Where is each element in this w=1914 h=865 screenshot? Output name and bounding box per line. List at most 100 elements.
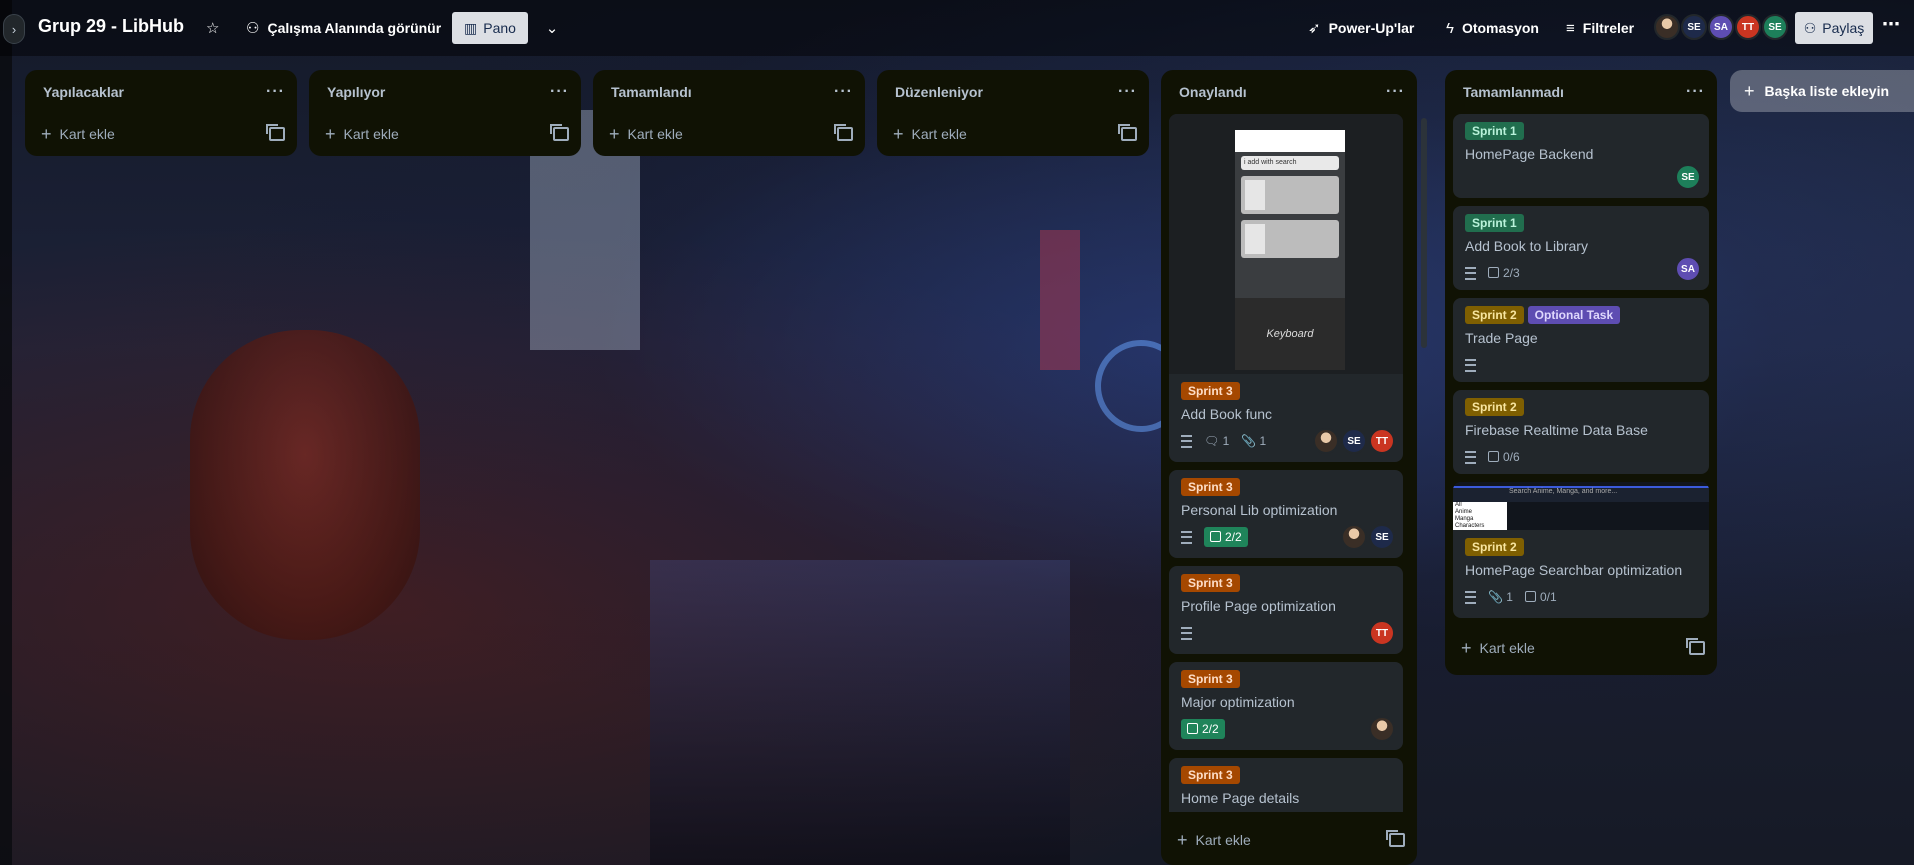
description-icon — [1181, 530, 1192, 544]
avatar[interactable]: SE — [1681, 14, 1707, 40]
avatar[interactable]: SE — [1341, 428, 1367, 454]
template-icon[interactable] — [834, 124, 853, 141]
card[interactable]: Sprint 1 Add Book to Library 2/3 SA — [1453, 206, 1709, 290]
card-title: Add Book to Library — [1465, 238, 1588, 254]
list-title[interactable]: Onaylandı — [1179, 84, 1247, 100]
list-menu-icon[interactable]: ··· — [1118, 83, 1137, 101]
avatar[interactable]: TT — [1369, 620, 1395, 646]
card-label[interactable]: Sprint 2 — [1465, 306, 1524, 324]
description-icon — [1465, 266, 1476, 280]
card-label[interactable]: Sprint 3 — [1181, 382, 1240, 400]
card[interactable]: Sprint 3 Home Page details — [1169, 758, 1403, 812]
powerups-label: Power-Up'lar — [1328, 20, 1415, 36]
share-button[interactable]: ⚇ Paylaş — [1795, 12, 1873, 44]
add-card-label: Kart ekle — [1195, 832, 1251, 848]
list-menu-icon[interactable]: ··· — [834, 83, 853, 101]
add-card-button[interactable]: + Kart ekle — [1161, 815, 1417, 865]
list-menu-icon[interactable]: ··· — [266, 83, 285, 101]
template-icon[interactable] — [550, 124, 569, 141]
avatar[interactable] — [1369, 716, 1395, 742]
cover-keyboard-text: Keyboard — [1235, 298, 1345, 370]
rocket-icon: ➶ — [1308, 20, 1321, 37]
list-title[interactable]: Yapılıyor — [327, 84, 385, 100]
card-label[interactable]: Sprint 3 — [1181, 478, 1240, 496]
board-menu-icon[interactable]: ⋯ — [1882, 14, 1900, 35]
card-title: Add Book func — [1181, 406, 1273, 422]
add-card-button[interactable]: + Kart ekle — [309, 114, 581, 154]
list-title[interactable]: Düzenleniyor — [895, 84, 983, 100]
board-view-label: Pano — [483, 20, 516, 36]
list-title[interactable]: Tamamlandı — [611, 84, 692, 100]
plus-icon: + — [1461, 637, 1472, 658]
card-cover-image: All Anime Manga Characters Search Anime,… — [1453, 482, 1709, 530]
card[interactable]: All Anime Manga Characters Search Anime,… — [1453, 482, 1709, 618]
card[interactable]: Sprint 2 Firebase Realtime Data Base 0/6 — [1453, 390, 1709, 474]
avatar[interactable] — [1313, 428, 1339, 454]
template-icon[interactable] — [1386, 830, 1405, 847]
share-label: Paylaş — [1822, 20, 1865, 36]
add-card-button[interactable]: + Kart ekle — [25, 114, 297, 154]
card-label[interactable]: Optional Task — [1527, 306, 1621, 324]
add-card-label: Kart ekle — [343, 126, 399, 142]
add-list-label: Başka liste ekleyin — [1764, 83, 1890, 99]
avatar[interactable]: SA — [1708, 14, 1734, 40]
card-label[interactable]: Sprint 2 — [1465, 398, 1524, 416]
card-cover-image: i add with search Keyboard — [1169, 114, 1403, 374]
card-title: Firebase Realtime Data Base — [1465, 422, 1648, 438]
plus-icon: + — [1744, 80, 1755, 101]
card[interactable]: Sprint 3 Major optimization 2/2 — [1169, 662, 1403, 750]
card-label[interactable]: Sprint 1 — [1465, 214, 1524, 232]
template-icon[interactable] — [1118, 124, 1137, 141]
avatar[interactable]: SE — [1675, 164, 1701, 190]
attachments-badge: 📎 1 — [1488, 590, 1513, 604]
card[interactable]: Sprint 2 Optional Task Trade Page — [1453, 298, 1709, 382]
automation-button[interactable]: ϟ Otomasyon — [1446, 13, 1539, 43]
card-title: Profile Page optimization — [1181, 598, 1336, 614]
add-card-label: Kart ekle — [911, 126, 967, 142]
list-menu-icon[interactable]: ··· — [550, 83, 569, 101]
add-list-button[interactable]: + Başka liste ekleyin — [1730, 70, 1914, 112]
board-view-button[interactable]: ▥ Pano — [452, 12, 528, 44]
card[interactable]: Sprint 3 Personal Lib optimization 2/2 S… — [1169, 470, 1403, 558]
sidebar-expand-icon[interactable]: › — [3, 14, 25, 44]
template-icon[interactable] — [1686, 638, 1705, 655]
add-card-button[interactable]: + Kart ekle — [593, 114, 865, 154]
avatar[interactable] — [1654, 14, 1680, 40]
avatar[interactable]: SE — [1369, 524, 1395, 550]
list-yapilacaklar: Yapılacaklar ··· + Kart ekle — [25, 70, 297, 156]
powerups-button[interactable]: ➶ Power-Up'lar — [1308, 13, 1414, 43]
avatar[interactable]: SE — [1762, 14, 1788, 40]
card-label[interactable]: Sprint 3 — [1181, 574, 1240, 592]
card[interactable]: Sprint 1 HomePage Backend SE — [1453, 114, 1709, 198]
plus-icon: + — [609, 123, 620, 144]
filters-button[interactable]: ≡ Filtreler — [1566, 13, 1634, 43]
card-label[interactable]: Sprint 3 — [1181, 766, 1240, 784]
card[interactable]: Sprint 3 Profile Page optimization TT — [1169, 566, 1403, 654]
card-label[interactable]: Sprint 1 — [1465, 122, 1524, 140]
checklist-badge: 2/3 — [1488, 266, 1520, 280]
list-title[interactable]: Yapılacaklar — [43, 84, 124, 100]
avatar[interactable]: SA — [1675, 256, 1701, 282]
list-tamamlanmadi: Tamamlanmadı ··· Sprint 1 HomePage Backen… — [1445, 70, 1717, 675]
board-title[interactable]: Grup 29 - LibHub — [38, 16, 184, 37]
add-card-button[interactable]: + Kart ekle — [1445, 626, 1717, 670]
checklist-badge: 0/6 — [1488, 450, 1520, 464]
visibility-button[interactable]: ⚇ Çalışma Alanında görünür — [246, 13, 441, 43]
views-dropdown[interactable]: ⌄ — [538, 12, 566, 44]
list-menu-icon[interactable]: ··· — [1686, 83, 1705, 101]
list-scrollbar[interactable] — [1421, 118, 1427, 348]
description-icon — [1181, 434, 1192, 448]
description-icon — [1465, 358, 1476, 372]
add-card-button[interactable]: + Kart ekle — [877, 114, 1149, 154]
avatar[interactable]: TT — [1369, 428, 1395, 454]
list-menu-icon[interactable]: ··· — [1386, 83, 1405, 101]
card[interactable]: i add with search Keyboard Sprint 3 Add … — [1169, 114, 1403, 462]
cover-dropdown: All Anime Manga Characters — [1453, 502, 1507, 530]
avatar[interactable] — [1341, 524, 1367, 550]
template-icon[interactable] — [266, 124, 285, 141]
avatar[interactable]: TT — [1735, 14, 1761, 40]
star-button[interactable]: ☆ — [206, 13, 219, 43]
card-label[interactable]: Sprint 3 — [1181, 670, 1240, 688]
card-label[interactable]: Sprint 2 — [1465, 538, 1524, 556]
list-title[interactable]: Tamamlanmadı — [1463, 84, 1564, 100]
